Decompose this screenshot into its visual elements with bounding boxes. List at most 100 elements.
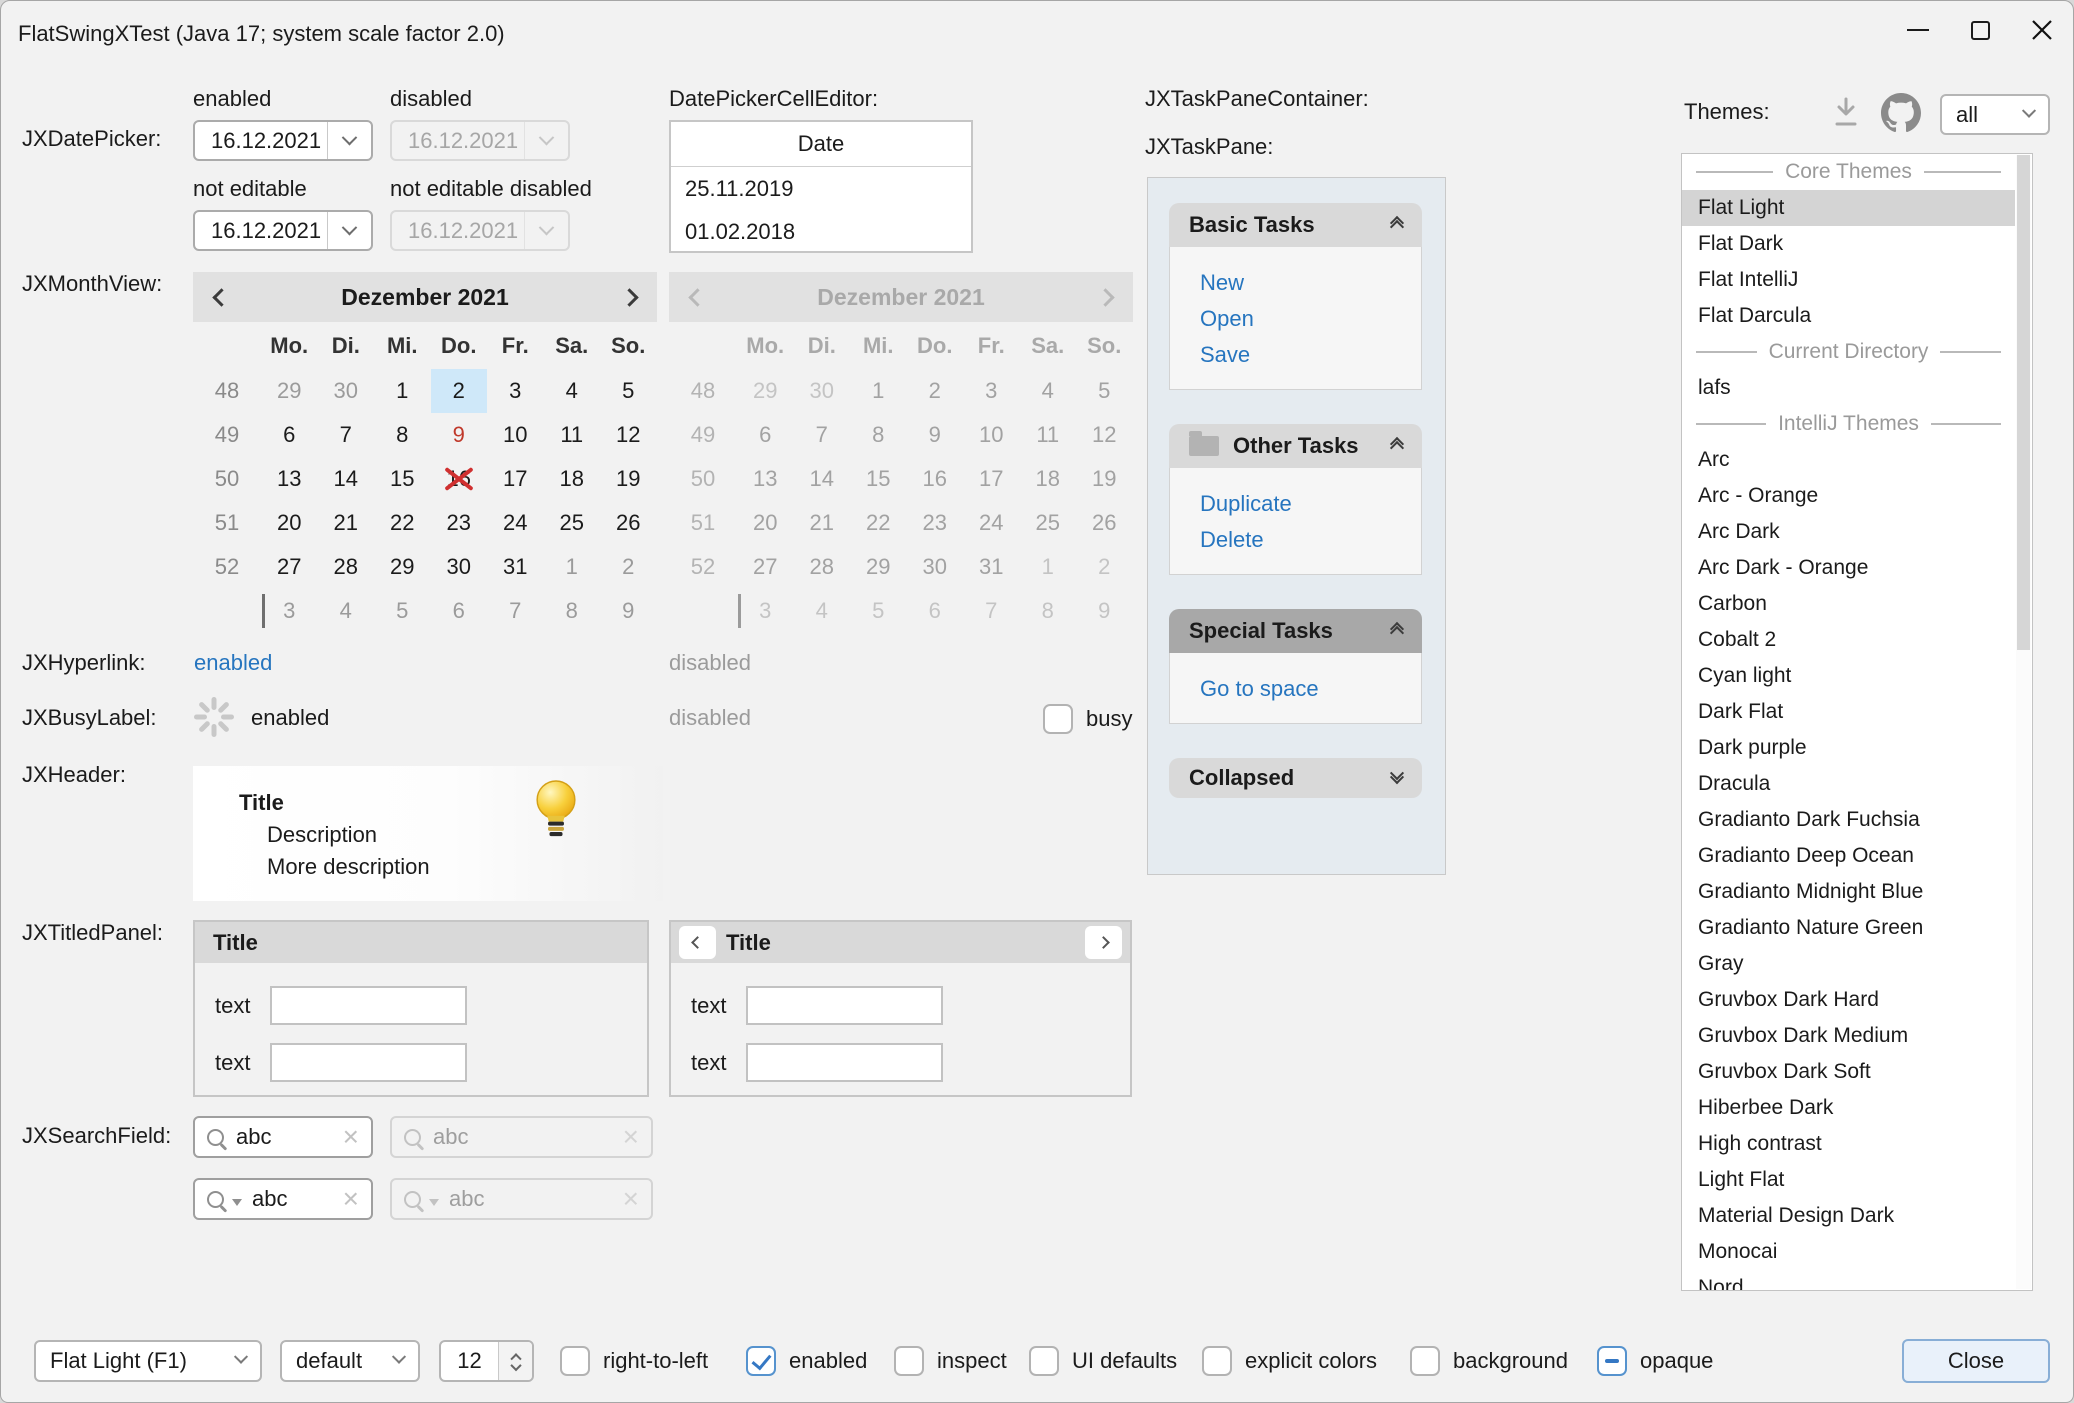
- theme-item[interactable]: High contrast: [1682, 1126, 2015, 1162]
- close-button[interactable]: Close: [1902, 1339, 2050, 1383]
- checkbox-opaque[interactable]: opaque: [1597, 1343, 1713, 1379]
- task-link[interactable]: Open: [1200, 301, 1421, 337]
- theme-item[interactable]: Nord: [1682, 1270, 2015, 1291]
- search-input[interactable]: abc: [236, 1124, 333, 1150]
- theme-filter-combo[interactable]: all: [1940, 94, 2050, 135]
- checkbox-inspect[interactable]: inspect: [894, 1343, 1007, 1379]
- text-field[interactable]: [270, 1043, 467, 1082]
- theme-item[interactable]: Arc - Orange: [1682, 478, 2015, 514]
- laf-combo[interactable]: Flat Light (F1): [34, 1340, 262, 1382]
- close-window-button[interactable]: [2011, 1, 2073, 59]
- prev-month-button[interactable]: [193, 291, 249, 304]
- themes-list[interactable]: Core ThemesFlat LightFlat DarkFlat Intel…: [1681, 153, 2033, 1291]
- datepicker-dropdown-button[interactable]: [327, 212, 371, 249]
- scrollbar[interactable]: [2016, 155, 2031, 1289]
- calendar-day[interactable]: 1: [374, 369, 431, 413]
- theme-item[interactable]: Flat IntelliJ: [1682, 262, 2015, 298]
- collapse-icon[interactable]: [1392, 439, 1402, 453]
- theme-item[interactable]: Gradianto Dark Fuchsia: [1682, 802, 2015, 838]
- calendar-day[interactable]: 11: [544, 413, 601, 457]
- calendar-day[interactable]: 31: [487, 545, 544, 589]
- calendar-day[interactable]: 15: [374, 457, 431, 501]
- theme-item[interactable]: Gruvbox Dark Medium: [1682, 1018, 2015, 1054]
- datepicker-enabled[interactable]: 16.12.2021: [193, 120, 373, 161]
- calendar-day[interactable]: 30: [431, 545, 488, 589]
- calendar-day[interactable]: 14: [318, 457, 375, 501]
- theme-item[interactable]: Arc Dark - Orange: [1682, 550, 2015, 586]
- hyperlink-enabled[interactable]: enabled: [194, 650, 272, 676]
- maximize-button[interactable]: [1949, 1, 2011, 59]
- theme-item[interactable]: Dark purple: [1682, 730, 2015, 766]
- calendar-day[interactable]: 7: [318, 413, 375, 457]
- theme-item[interactable]: Gray: [1682, 946, 2015, 982]
- calendar-day[interactable]: 7: [487, 589, 544, 633]
- theme-item[interactable]: Cyan light: [1682, 658, 2015, 694]
- date-table[interactable]: Date 25.11.201901.02.2018: [669, 120, 973, 253]
- calendar-day[interactable]: 17: [487, 457, 544, 501]
- minimize-button[interactable]: [1887, 1, 1949, 59]
- theme-item[interactable]: Cobalt 2: [1682, 622, 2015, 658]
- theme-item[interactable]: Hiberbee Dark: [1682, 1090, 2015, 1126]
- datepicker-value[interactable]: 16.12.2021: [195, 122, 327, 159]
- calendar-day[interactable]: 8: [544, 589, 601, 633]
- task-link[interactable]: New: [1200, 265, 1421, 301]
- task-link[interactable]: Delete: [1200, 522, 1421, 558]
- search-field[interactable]: abc ×: [193, 1116, 373, 1158]
- theme-item[interactable]: Gradianto Nature Green: [1682, 910, 2015, 946]
- calendar-day[interactable]: 30: [318, 369, 375, 413]
- scrollbar-thumb[interactable]: [2017, 155, 2030, 650]
- calendar-day[interactable]: 13: [261, 457, 318, 501]
- theme-item[interactable]: Material Design Dark: [1682, 1198, 2015, 1234]
- calendar-day[interactable]: 29: [374, 545, 431, 589]
- theme-item[interactable]: Monocai: [1682, 1234, 2015, 1270]
- theme-item[interactable]: lafs: [1682, 370, 2015, 406]
- theme-item[interactable]: Arc Dark: [1682, 514, 2015, 550]
- search-menu-icon[interactable]: [207, 1191, 224, 1208]
- spinner-value[interactable]: 12: [441, 1342, 498, 1380]
- calendar-day[interactable]: 1: [544, 545, 601, 589]
- search-input[interactable]: abc: [252, 1186, 333, 1212]
- clear-icon[interactable]: ×: [343, 1185, 359, 1213]
- calendar-day[interactable]: 16: [431, 457, 488, 501]
- calendar-day[interactable]: 18: [544, 457, 601, 501]
- calendar-day[interactable]: 26: [600, 501, 657, 545]
- calendar-day[interactable]: 2: [600, 545, 657, 589]
- calendar-day[interactable]: 22: [374, 501, 431, 545]
- theme-item[interactable]: Light Flat: [1682, 1162, 2015, 1198]
- calendar-day[interactable]: 28: [318, 545, 375, 589]
- calendar-day[interactable]: 29: [261, 369, 318, 413]
- taskpane-header[interactable]: Basic Tasks: [1169, 203, 1422, 247]
- checkbox-busy[interactable]: busy: [1043, 701, 1132, 737]
- spinner-down-icon[interactable]: [510, 1359, 521, 1370]
- calendar-day[interactable]: 21: [318, 501, 375, 545]
- checkbox-right-to-left[interactable]: right-to-left: [560, 1343, 708, 1379]
- calendar-day[interactable]: 19: [600, 457, 657, 501]
- checkbox-explicit-colors[interactable]: explicit colors: [1202, 1343, 1377, 1379]
- calendar-day[interactable]: 12: [600, 413, 657, 457]
- checkbox-background[interactable]: background: [1410, 1343, 1568, 1379]
- text-field[interactable]: [270, 986, 467, 1025]
- task-link[interactable]: Go to space: [1200, 671, 1421, 707]
- calendar-day[interactable]: 27: [261, 545, 318, 589]
- text-field[interactable]: [746, 1043, 943, 1082]
- theme-item[interactable]: Gruvbox Dark Soft: [1682, 1054, 2015, 1090]
- theme-item[interactable]: Flat Dark: [1682, 226, 2015, 262]
- calendar-day[interactable]: 3: [487, 369, 544, 413]
- calendar-day[interactable]: 25: [544, 501, 601, 545]
- calendar-day[interactable]: 4: [318, 589, 375, 633]
- calendar-day[interactable]: 5: [600, 369, 657, 413]
- expand-icon[interactable]: [1392, 771, 1402, 785]
- theme-item[interactable]: Gradianto Midnight Blue: [1682, 874, 2015, 910]
- search-field-with-menu[interactable]: abc ×: [193, 1178, 373, 1220]
- calendar-day[interactable]: 6: [261, 413, 318, 457]
- theme-item[interactable]: Gruvbox Dark Hard: [1682, 982, 2015, 1018]
- calendar-day[interactable]: 9: [431, 413, 488, 457]
- taskpane-header[interactable]: Collapsed: [1169, 758, 1422, 798]
- theme-item[interactable]: Dark Flat: [1682, 694, 2015, 730]
- text-field[interactable]: [746, 986, 943, 1025]
- collapse-icon[interactable]: [1392, 624, 1402, 638]
- collapse-icon[interactable]: [1392, 218, 1402, 232]
- calendar-day[interactable]: 24: [487, 501, 544, 545]
- calendar-day[interactable]: 2: [431, 369, 488, 413]
- calendar-day[interactable]: 23: [431, 501, 488, 545]
